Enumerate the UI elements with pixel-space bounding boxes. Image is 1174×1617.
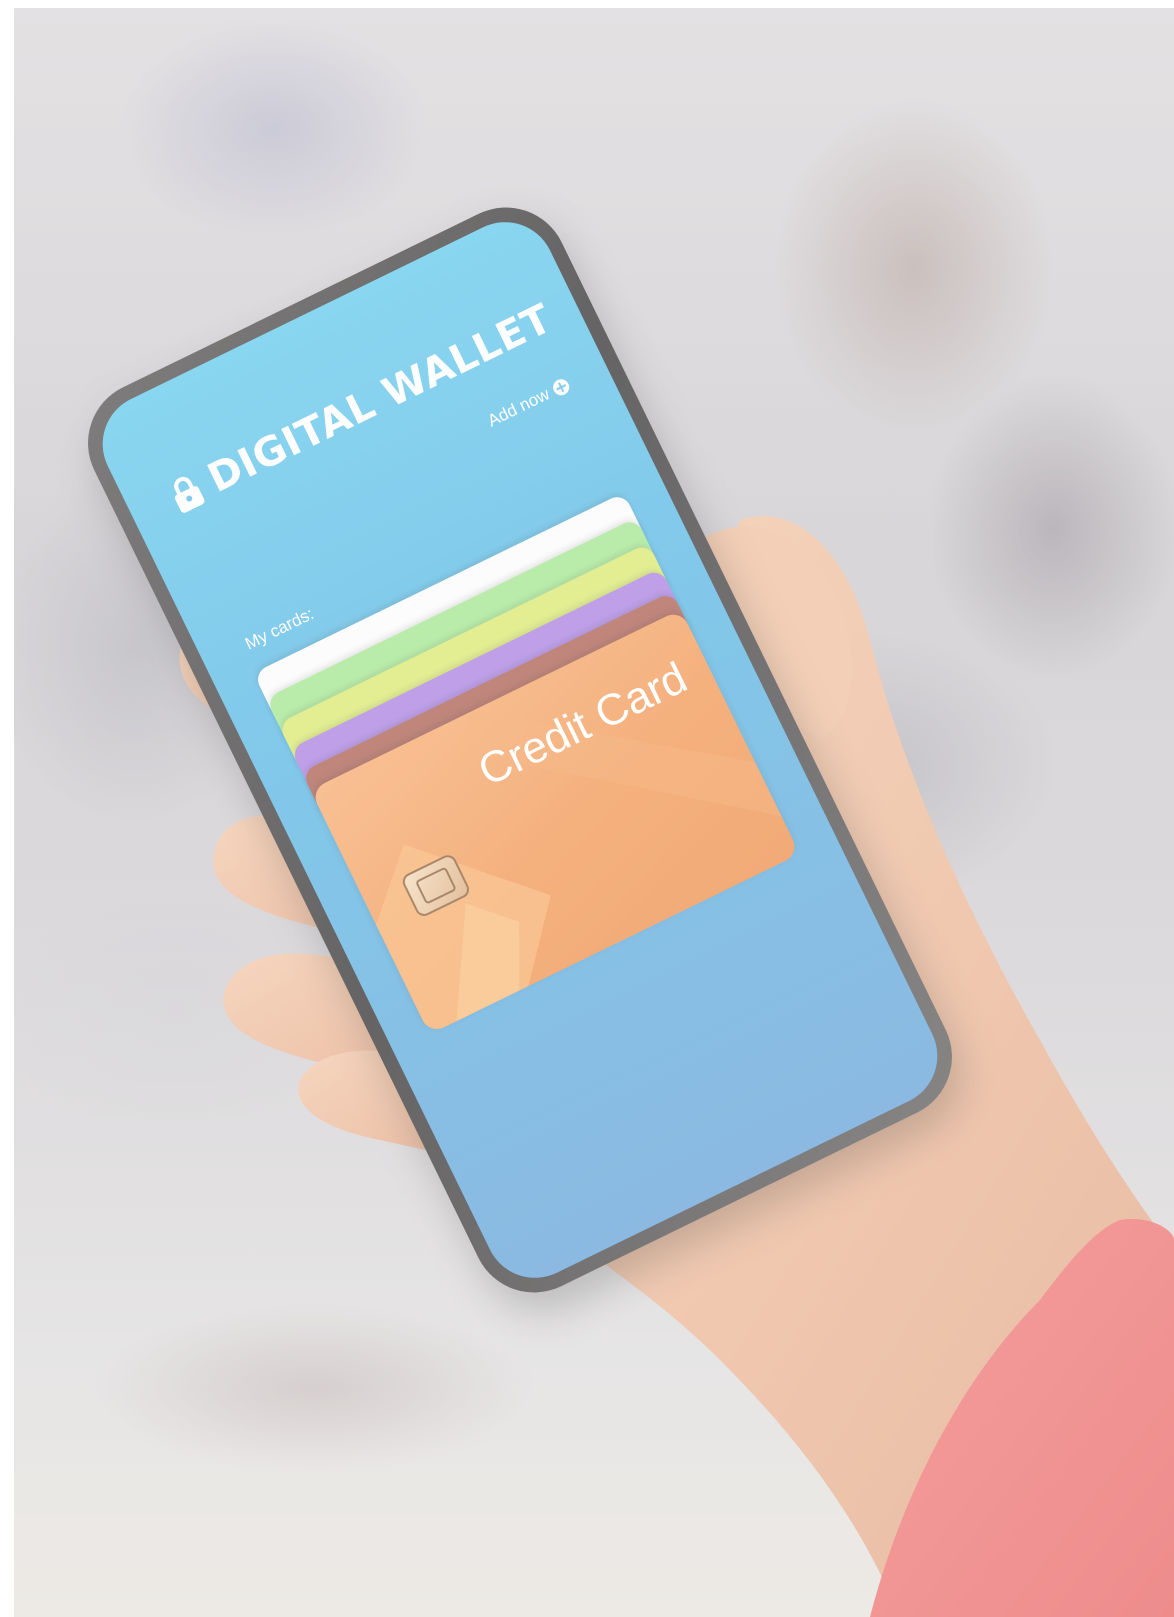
app-title-text: DIGITAL WALLET: [200, 295, 560, 502]
lock-icon: [174, 477, 205, 513]
photo-scene: DIGITAL WALLET Add now My cards: Credit …: [0, 0, 1174, 1617]
add-new-label: Add now: [484, 384, 553, 431]
plus-circle-icon: [550, 376, 572, 398]
add-new-button[interactable]: Add now: [485, 375, 573, 432]
